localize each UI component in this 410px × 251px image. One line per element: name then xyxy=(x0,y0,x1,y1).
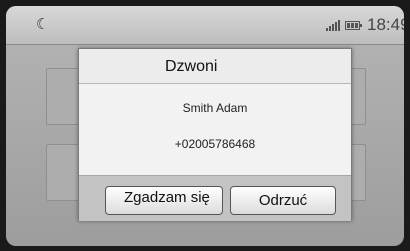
battery-icon xyxy=(345,21,362,30)
dialog-title: Dzwoni xyxy=(165,58,218,75)
accept-call-label: Zgadzam się xyxy=(124,189,210,206)
caller-name: Smith Adam xyxy=(182,101,248,115)
incoming-call-dialog: Dzwoni Smith Adam +02005786468 Zgadzam s… xyxy=(78,48,352,221)
status-bar: ☾ 18:49 xyxy=(6,6,404,45)
display-screen: ☾ 18:49 Dzwoni Smith Adam +02005786468 xyxy=(6,6,404,246)
moon-icon: ☾ xyxy=(36,16,50,33)
dialog-button-bar: Zgadzam się Odrzuć xyxy=(79,175,351,221)
reject-call-label: Odrzuć xyxy=(258,192,308,209)
signal-icon xyxy=(326,20,340,31)
accept-call-button[interactable]: Zgadzam się xyxy=(105,186,223,215)
caller-number: +02005786468 xyxy=(174,137,256,151)
reject-call-button[interactable]: Odrzuć xyxy=(230,186,336,215)
dialog-title-bar: Dzwoni xyxy=(79,49,351,84)
clock: 18:49 xyxy=(367,15,404,34)
